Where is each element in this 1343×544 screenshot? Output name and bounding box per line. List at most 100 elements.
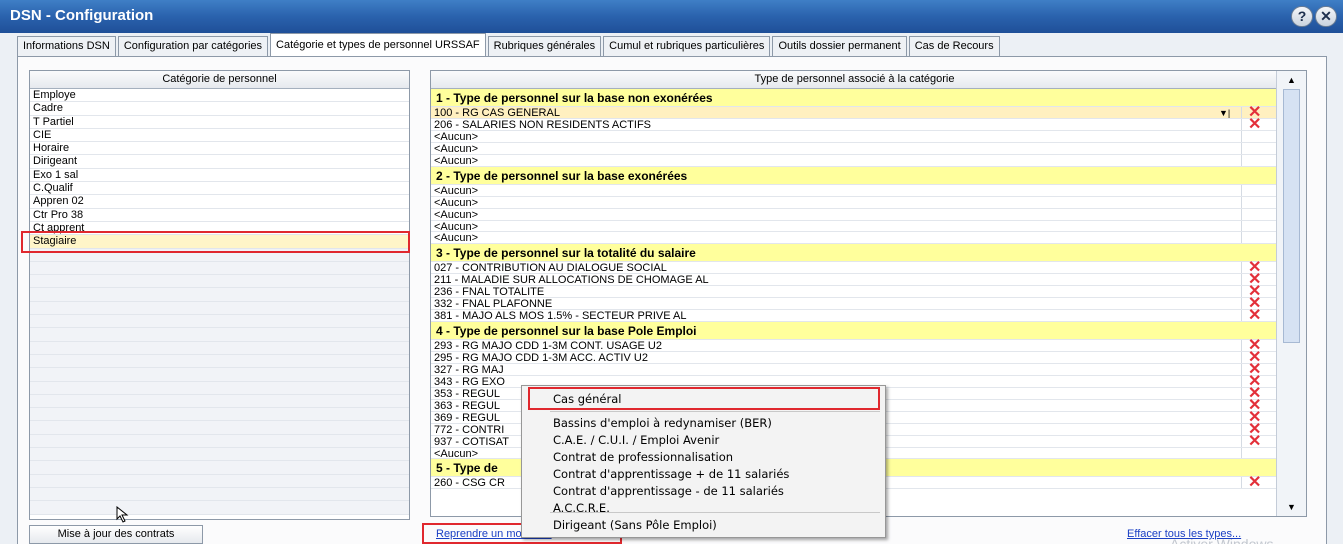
menu-item-apprentissage-plus[interactable]: Contrat d'apprentissage + de 11 salariés <box>553 467 789 481</box>
column-separator <box>1241 118 1242 130</box>
category-row[interactable]: Ctr Pro 38 <box>30 209 409 222</box>
close-button[interactable]: ✕ <box>1315 6 1337 27</box>
empty-row[interactable] <box>30 248 409 262</box>
type-row[interactable]: 332 - FNAL PLAFONNE ✕ <box>431 296 1278 312</box>
mise-a-jour-contrats-button[interactable]: Mise à jour des contrats <box>29 525 203 544</box>
empty-row[interactable] <box>30 368 409 382</box>
empty-row[interactable] <box>30 301 409 316</box>
type-row-label: <Aucun> <box>434 220 479 233</box>
delete-icon[interactable]: ✕ <box>1248 308 1261 324</box>
type-row[interactable]: 206 - SALARIES NON RESIDENTS ACTIFS ✕ <box>431 116 1278 132</box>
category-header: Catégorie de personnel <box>30 71 409 89</box>
empty-row[interactable] <box>30 394 409 409</box>
column-separator <box>1241 399 1242 411</box>
type-row-label: 236 - FNAL TOTALITE <box>434 286 545 299</box>
type-row-label: <Aucun> <box>434 232 479 245</box>
empty-row[interactable] <box>30 261 409 276</box>
category-row-selected[interactable]: Stagiaire <box>30 235 409 249</box>
empty-row[interactable] <box>30 501 409 515</box>
scroll-thumb[interactable] <box>1283 89 1300 343</box>
tab-cas-recours[interactable]: Cas de Recours <box>908 36 1000 56</box>
delete-icon[interactable]: ✕ <box>1248 433 1261 449</box>
type-row[interactable]: <Aucun> <box>431 154 1278 167</box>
empty-row[interactable] <box>30 408 409 422</box>
category-row[interactable]: CIE <box>30 129 409 143</box>
type-row[interactable]: <Aucun> <box>431 184 1278 197</box>
tab-informations-dsn[interactable]: Informations DSN <box>17 36 116 56</box>
empty-row[interactable] <box>30 315 409 329</box>
empty-row[interactable] <box>30 487 409 502</box>
category-row[interactable]: C.Qualif <box>30 182 409 196</box>
column-separator <box>1241 298 1242 310</box>
column-separator <box>1241 286 1242 298</box>
type-row[interactable]: 293 - RG MAJO CDD 1-3M CONT. USAGE U2 ✕ <box>431 338 1278 354</box>
column-separator <box>1241 262 1242 274</box>
window-title: DSN - Configuration <box>10 7 154 24</box>
type-row[interactable]: 100 - RG CAS GENERAL ▼| ✕ <box>431 105 1278 121</box>
menu-item-apprentissage-moins[interactable]: Contrat d'apprentissage - de 11 salariés <box>553 484 784 498</box>
column-separator <box>1241 196 1242 208</box>
empty-row[interactable] <box>30 434 409 449</box>
scroll-down-arrow-icon[interactable]: ▼ <box>1282 500 1301 514</box>
scroll-up-arrow-icon[interactable]: ▲ <box>1282 73 1301 87</box>
dropdown-arrow-icon[interactable]: ▼| <box>1219 107 1230 119</box>
type-row[interactable]: 027 - CONTRIBUTION AU DIALOGUE SOCIAL ✕ <box>431 260 1278 276</box>
empty-row[interactable] <box>30 381 409 395</box>
type-row-label: 295 - RG MAJO CDD 1-3M ACC. ACTIV U2 <box>434 352 648 364</box>
type-row[interactable]: 211 - MALADIE SUR ALLOCATIONS DE CHOMAGE… <box>431 272 1278 288</box>
vertical-scrollbar[interactable]: ▲ ▼ <box>1276 71 1306 516</box>
column-separator <box>1241 232 1242 244</box>
category-row[interactable]: T Partiel <box>30 116 409 129</box>
empty-row[interactable] <box>30 341 409 355</box>
type-row-label: 381 - MAJO ALS MOS 1.5% - SECTEUR PRIVE … <box>434 310 687 323</box>
tab-categorie-types-personnel[interactable]: Catégorie et types de personnel URSSAF <box>270 33 486 56</box>
category-row[interactable]: Exo 1 sal <box>30 169 409 183</box>
type-row[interactable]: 236 - FNAL TOTALITE ✕ <box>431 284 1278 300</box>
menu-item-cae-cui[interactable]: C.A.E. / C.U.I. / Emploi Avenir <box>553 433 719 447</box>
empty-row[interactable] <box>30 275 409 289</box>
type-row[interactable]: <Aucun> <box>431 196 1278 209</box>
type-row-label: 100 - RG CAS GENERAL <box>434 107 560 119</box>
empty-row[interactable] <box>30 354 409 369</box>
column-separator <box>1241 274 1242 286</box>
delete-icon[interactable]: ✕ <box>1248 475 1261 491</box>
empty-row[interactable] <box>30 288 409 302</box>
empty-row[interactable] <box>30 328 409 342</box>
tab-configuration-categories[interactable]: Configuration par catégories <box>117 36 269 56</box>
empty-row[interactable] <box>30 474 409 488</box>
type-row[interactable]: 381 - MAJO ALS MOS 1.5% - SECTEUR PRIVE … <box>431 308 1278 324</box>
type-row-label: 772 - CONTRI <box>434 423 505 436</box>
category-row[interactable]: Employe <box>30 89 409 103</box>
menu-item-dirigeant[interactable]: Dirigeant (Sans Pôle Emploi) <box>553 518 717 532</box>
type-row[interactable]: <Aucun> <box>431 220 1278 233</box>
section-header: 1 - Type de personnel sur la base non ex… <box>431 89 1278 107</box>
tab-outils-dossier[interactable]: Outils dossier permanent <box>772 36 907 56</box>
type-row[interactable]: <Aucun> <box>431 130 1278 143</box>
category-row[interactable]: Horaire <box>30 142 409 156</box>
type-row[interactable]: <Aucun> <box>431 232 1278 244</box>
category-row[interactable]: Appren 02 <box>30 195 409 209</box>
column-separator <box>1241 107 1242 118</box>
category-row[interactable]: Ct apprent <box>30 222 409 236</box>
type-row-label: <Aucun> <box>434 184 479 197</box>
help-button[interactable]: ? <box>1291 6 1313 27</box>
delete-icon[interactable]: ✕ <box>1248 116 1261 132</box>
category-grid: Catégorie de personnel Employe Cadre T P… <box>29 70 410 520</box>
empty-row[interactable] <box>30 448 409 462</box>
column-separator <box>1241 423 1242 435</box>
tab-rubriques-generales[interactable]: Rubriques générales <box>487 36 602 56</box>
type-row[interactable]: 295 - RG MAJO CDD 1-3M ACC. ACTIV U2 ✕ <box>431 350 1278 366</box>
category-row[interactable]: Cadre <box>30 102 409 116</box>
type-row[interactable]: <Aucun> <box>431 142 1278 155</box>
empty-row[interactable] <box>30 421 409 435</box>
menu-item-cas-general[interactable]: Cas général <box>553 392 621 406</box>
type-row[interactable]: <Aucun> <box>431 208 1278 221</box>
tab-cumul-rubriques[interactable]: Cumul et rubriques particulières <box>603 36 771 56</box>
menu-item-ber[interactable]: Bassins d'emploi à redynamiser (BER) <box>553 416 772 430</box>
empty-row[interactable] <box>30 461 409 475</box>
tab-bar: Informations DSN Configuration par catég… <box>17 33 1002 56</box>
type-row[interactable]: 327 - RG MAJ ✕ <box>431 361 1278 377</box>
category-row[interactable]: Dirigeant <box>30 155 409 169</box>
menu-item-contrat-pro[interactable]: Contrat de professionnalisation <box>553 450 733 464</box>
type-row-label: 332 - FNAL PLAFONNE <box>434 298 553 311</box>
